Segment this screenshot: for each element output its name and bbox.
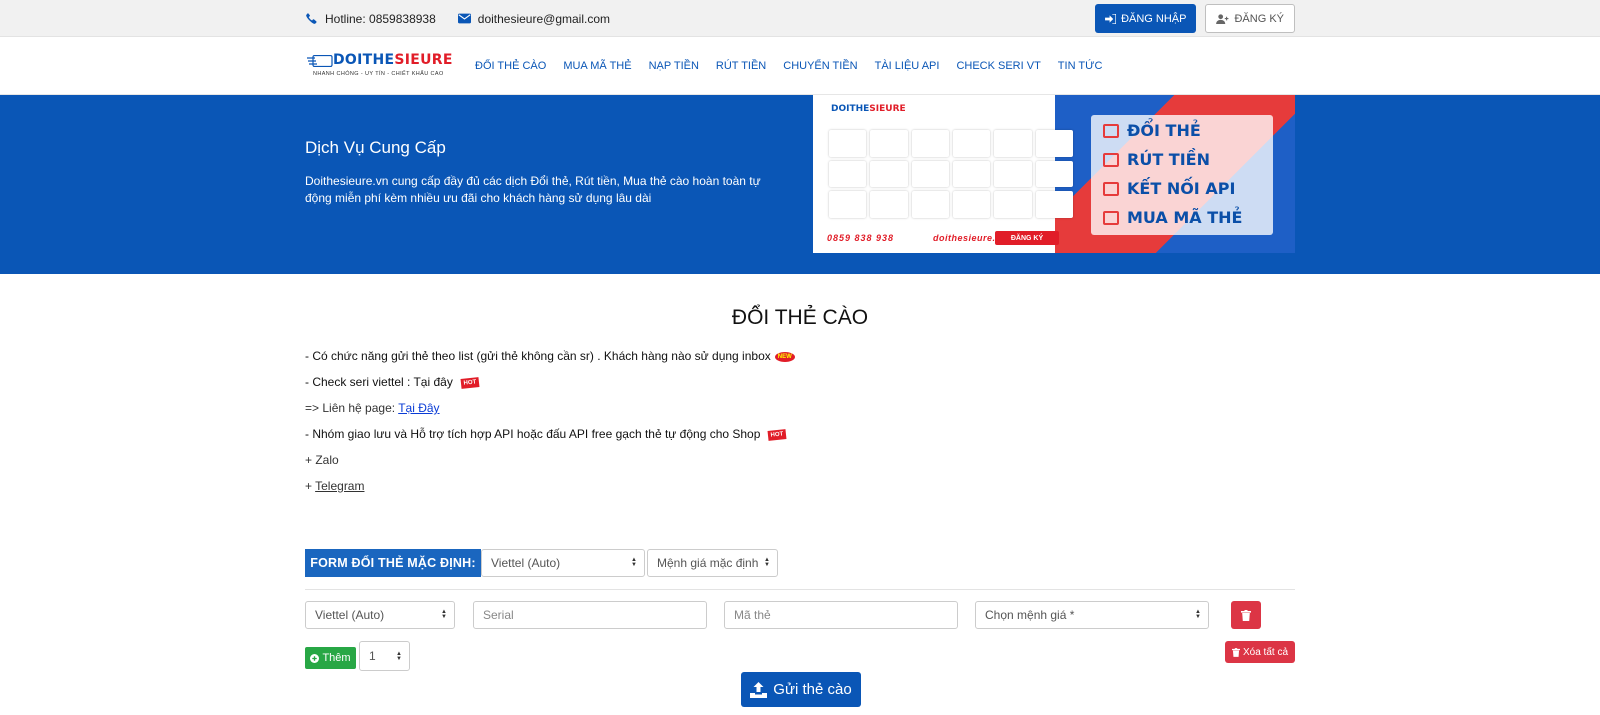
nav-item-doi-the-cao[interactable]: ĐỔI THẺ CÀO [475, 60, 546, 72]
hot-badge-icon: HOT [767, 428, 787, 441]
note-zalo[interactable]: + Zalo [305, 453, 339, 467]
select-arrows-icon: ▲ ▼ [441, 609, 447, 620]
telco-logo [994, 130, 1032, 157]
hero-description: Doithesieure.vn cung cấp đầy đủ các dịch… [305, 174, 761, 205]
telco-logo [1035, 130, 1073, 157]
banner-feature: RÚT TIỀN [1103, 150, 1210, 169]
site-logo[interactable]: DOITHESIEURE NHANH CHÓNG - UY TÍN - CHIẾ… [305, 49, 452, 83]
select-arrows-icon: ▲ ▼ [1195, 609, 1201, 620]
nav-item-chuyen-tien[interactable]: CHUYỂN TIỀN [783, 60, 857, 72]
feature-icon [1103, 181, 1119, 196]
email-text: doithesieure@gmail.com [477, 11, 611, 26]
main-nav: DOITHESIEURE NHANH CHÓNG - UY TÍN - CHIẾ… [0, 37, 1600, 95]
card-value-select[interactable]: Chọn mệnh giá * ▲ ▼ [975, 601, 1209, 629]
telco-logo-grid [829, 130, 1073, 218]
nav-item-rut-tien[interactable]: RÚT TIỀN [716, 60, 766, 72]
login-button[interactable]: ĐĂNG NHẬP [1095, 4, 1197, 33]
submit-cards-button[interactable]: Gửi thẻ cào [741, 672, 861, 707]
email[interactable]: doithesieure@gmail.com [457, 11, 611, 26]
telco-logo [829, 130, 867, 157]
nav-item-nap-tien[interactable]: NẠP TIỀN [649, 60, 699, 72]
nav-item-check-seri-vt[interactable]: CHECK SERI VT [956, 60, 1040, 72]
feature-icon [1103, 123, 1119, 138]
register-label: ĐĂNG KÝ [1234, 12, 1284, 25]
user-plus-icon [1216, 13, 1229, 24]
telco-logo [952, 130, 991, 157]
banner-phone: 0859 838 938 [827, 233, 895, 243]
trash-icon [1241, 609, 1251, 621]
banner-logo: DOITHESIEURE [831, 104, 906, 114]
note-list-feature: - Có chức năng gửi thẻ theo list (gửi th… [305, 349, 795, 363]
sign-in-icon [1105, 13, 1117, 24]
telco-logo [911, 130, 949, 157]
trash-icon [1231, 647, 1240, 657]
telco-logo [911, 191, 949, 218]
logo-card-icon [307, 55, 333, 67]
feature-icon [1103, 210, 1119, 225]
register-button[interactable]: ĐĂNG KÝ [1205, 4, 1295, 33]
logo-slogan: NHANH CHÓNG - UY TÍN - CHIẾT KHẤU CAO [313, 71, 444, 77]
telco-logo [870, 130, 908, 157]
hotline[interactable]: Hotline: 0859838938 [305, 12, 436, 26]
note-contact: => Liên hệ page: Tại Đây [305, 401, 440, 415]
telco-logo [829, 191, 867, 218]
default-telco-select[interactable]: Viettel (Auto) ▲ ▼ [481, 549, 645, 577]
default-value-select[interactable]: Mệnh giá mặc định ▲ ▼ [647, 549, 778, 577]
login-label: ĐĂNG NHẬP [1121, 12, 1187, 25]
telco-logo [952, 160, 991, 188]
logo-brand: DOITHESIEURE [333, 52, 453, 68]
nav-item-tai-lieu-api[interactable]: TÀI LIỆU API [875, 60, 940, 72]
telco-logo [1035, 160, 1073, 188]
note-check-seri[interactable]: - Check seri viettel : Tại đây HOT [305, 375, 480, 389]
telco-logo [911, 160, 949, 188]
hero-section: Dịch Vụ Cung Cấp Doithesieure.vn cung cấ… [0, 95, 1600, 274]
telco-logo [829, 160, 867, 188]
card-code-input[interactable]: Mã thẻ [724, 601, 958, 629]
page-title: ĐỔI THẺ CÀO [731, 306, 869, 329]
nav-item-mua-ma-the[interactable]: MUA MÃ THẺ [563, 60, 631, 72]
banner-feature: MUA MÃ THẺ [1103, 208, 1242, 227]
telco-logo [994, 191, 1032, 218]
telco-logo [1035, 191, 1073, 218]
add-row-button[interactable]: Thêm [305, 647, 356, 669]
phone-icon [306, 12, 317, 24]
contact-page-link[interactable]: Tại Đây [398, 401, 439, 415]
hero-title: Dịch Vụ Cung Cấp [305, 138, 446, 157]
telegram-link[interactable]: Telegram [315, 479, 364, 493]
telco-logo [870, 160, 908, 188]
telco-logo [952, 191, 991, 218]
upload-icon [750, 681, 768, 698]
card-input-row: Viettel (Auto) ▲ ▼ Serial Mã thẻ Chọn mệnh… [305, 601, 1295, 629]
serial-input[interactable]: Serial [473, 601, 707, 629]
clear-all-button[interactable]: Xóa tất cả [1225, 641, 1295, 663]
top-bar: Hotline: 0859838938 doithesieure@gmail.c… [0, 0, 1600, 37]
hotline-text: Hotline: 0859838938 [325, 11, 436, 26]
note-telegram: + Telegram [305, 479, 365, 493]
main-content: ĐỔI THẺ CÀO - Có chức năng gửi thẻ theo … [0, 274, 1600, 714]
default-form-row: FORM ĐỔI THẺ MẶC ĐỊNH: Viettel (Auto) ▲ ▼ … [305, 549, 778, 577]
quantity-select[interactable]: 1 ▲ ▼ [359, 641, 410, 671]
select-arrows-icon: ▲ ▼ [396, 651, 402, 662]
new-badge-icon: NEW [774, 351, 795, 362]
select-arrows-icon: ▲ ▼ [764, 557, 770, 568]
banner-feature: ĐỔI THẺ [1103, 121, 1201, 140]
nav-item-tin-tuc[interactable]: TIN TỨC [1058, 60, 1103, 72]
banner-feature: KẾT NỐI API [1103, 179, 1235, 198]
note-group: - Nhóm giao lưu và Hỗ trợ tích hợp API h… [305, 427, 787, 441]
telco-logo [870, 191, 908, 218]
plus-circle-icon [310, 653, 320, 663]
telco-select[interactable]: Viettel (Auto) ▲ ▼ [305, 601, 455, 629]
hot-badge-icon: HOT [460, 376, 480, 389]
delete-row-button[interactable] [1231, 601, 1261, 629]
banner-register: ĐĂNG KÝ [995, 231, 1059, 245]
default-form-label: FORM ĐỔI THẺ MẶC ĐỊNH: [305, 549, 481, 577]
select-arrows-icon: ▲ ▼ [631, 557, 637, 568]
nav-menu: ĐỔI THẺ CÀO MUA MÃ THẺ NẠP TIỀN RÚT TIỀN… [475, 60, 1102, 72]
form-divider [305, 589, 1295, 590]
promo-banner[interactable]: DOITHESIEURE ĐỔI THẺ RÚT TIỀN KẾT NỐI AP… [813, 95, 1295, 253]
telco-logo [994, 160, 1032, 188]
feature-icon [1103, 152, 1119, 167]
envelope-icon [457, 13, 471, 24]
